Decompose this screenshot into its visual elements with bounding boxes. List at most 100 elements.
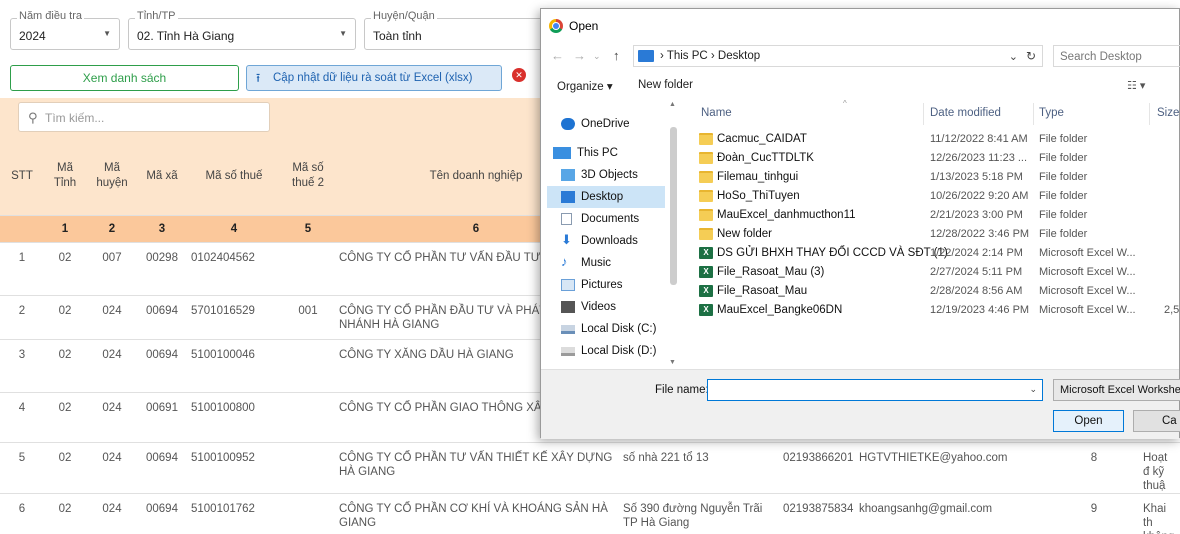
nav-item-pictures[interactable]: Pictures	[547, 274, 665, 296]
file-type-select[interactable]: Microsoft Excel Workshee	[1053, 379, 1180, 401]
scrollbar-thumb[interactable]	[670, 127, 677, 285]
folder-icon	[699, 133, 713, 145]
cell-stt: 2	[0, 295, 44, 340]
forward-arrow-icon[interactable]: →	[573, 48, 586, 63]
year-select[interactable]: Năm điều tra 2024 ▼	[10, 10, 120, 50]
chevron-down-icon[interactable]: ⌄	[1009, 50, 1018, 63]
open-button[interactable]: Open	[1053, 410, 1124, 432]
organize-menu[interactable]: Organize ▾	[557, 79, 613, 93]
nav-item-videos[interactable]: Videos	[547, 296, 665, 318]
recent-dropdown-icon[interactable]: ⌄	[593, 51, 601, 62]
nav-scrollbar[interactable]: ▲ ▼	[668, 101, 679, 369]
district-select[interactable]: Huyện/Quận Toàn tỉnh	[364, 10, 564, 50]
file-type: File folder	[1039, 152, 1088, 164]
scroll-up-icon[interactable]: ▲	[669, 101, 676, 108]
file-row[interactable]: Filemau_tinhgui 1/13/2023 5:18 PM File f…	[697, 167, 1180, 187]
nav-item-local-disk-c[interactable]: Local Disk (C:)	[547, 318, 665, 340]
file-row[interactable]: New folder 12/28/2022 3:46 PM File folde…	[697, 224, 1180, 244]
column-number: 1	[44, 215, 86, 243]
search-input[interactable]	[45, 108, 260, 127]
file-row[interactable]: X File_Rasoat_Mau (3) 2/27/2024 5:11 PM …	[697, 262, 1180, 282]
nav-item-3d-objects[interactable]: 3D Objects	[547, 164, 665, 186]
chrome-icon	[549, 19, 563, 33]
nav-item-label: This PC	[577, 147, 618, 159]
cell-ghi-chu: Hoạt đ kỹ thuậ	[1138, 442, 1180, 494]
nav-item-downloads[interactable]: ⬇ Downloads	[547, 230, 665, 252]
year-select-legend: Năm điều tra	[17, 10, 84, 22]
file-date: 1/22/2024 2:14 PM	[930, 247, 1023, 259]
file-row[interactable]: HoSo_ThiTuyen 10/26/2022 9:20 AM File fo…	[697, 186, 1180, 206]
nav-item-label: 3D Objects	[581, 169, 638, 181]
command-bar: Organize ▾ New folder ☷ ▾	[541, 71, 1179, 99]
clear-icon[interactable]: ✕	[512, 68, 526, 82]
column-header-type[interactable]: Type	[1039, 107, 1064, 119]
column-header-size[interactable]: Size	[1157, 107, 1179, 119]
excel-file-icon: X	[699, 304, 713, 316]
refresh-icon[interactable]: ↻	[1026, 49, 1036, 63]
table-row[interactable]: 6 02 024 00694 5100101762 CÔNG TY CỔ PHẦ…	[0, 493, 1180, 534]
file-row[interactable]: Đoàn_CucTTDLTK 12/26/2023 11:23 ... File…	[697, 148, 1180, 168]
download-icon: ⬇	[561, 232, 572, 247]
nav-item-local-disk-d[interactable]: Local Disk (D:)	[547, 340, 665, 362]
nav-item-this-pc[interactable]: This PC	[547, 142, 665, 164]
file-row[interactable]: MauExcel_danhmucthon11 2/21/2023 3:00 PM…	[697, 205, 1180, 225]
table-row[interactable]: 5 02 024 00694 5100100952 CÔNG TY CỔ PHẦ…	[0, 442, 1180, 494]
update-from-excel-button[interactable]: ⭱ Cập nhật dữ liệu rà soát từ Excel (xls…	[246, 65, 502, 91]
back-arrow-icon[interactable]: ←	[551, 48, 564, 63]
cell-ghi-chu: Khai th không	[1138, 493, 1180, 534]
file-date: 12/19/2023 4:46 PM	[930, 304, 1030, 316]
column-number: 3	[138, 215, 186, 243]
file-type: File folder	[1039, 228, 1088, 240]
dialog-titlebar[interactable]: Open	[541, 9, 1179, 41]
file-type: Microsoft Excel W...	[1039, 304, 1136, 316]
new-folder-button[interactable]: New folder	[638, 79, 693, 91]
cancel-button[interactable]: Ca	[1133, 410, 1180, 432]
nav-item-label: OneDrive	[581, 118, 630, 130]
file-date: 11/12/2022 8:41 AM	[930, 133, 1028, 145]
search-desktop-input[interactable]	[1060, 49, 1180, 64]
chevron-down-icon[interactable]: ⌄	[1029, 384, 1037, 395]
file-row[interactable]: X MauExcel_Bangke06DN 12/19/2023 4:46 PM…	[697, 300, 1180, 320]
file-type: Microsoft Excel W...	[1039, 247, 1136, 259]
nav-item-label: Videos	[581, 301, 616, 313]
file-date: 12/28/2022 3:46 PM	[930, 228, 1030, 240]
province-select[interactable]: Tỉnh/TP 02. Tỉnh Hà Giang ▼	[128, 10, 356, 50]
address-path: › This PC › Desktop	[660, 50, 761, 62]
open-file-dialog[interactable]: Open ← → ⌄ ↑ › This PC › Desktop ⌄ ↻ Org…	[540, 8, 1180, 439]
file-row[interactable]: X File_Rasoat_Mau 2/28/2024 8:56 AM Micr…	[697, 281, 1180, 301]
file-type: Microsoft Excel W...	[1039, 266, 1136, 278]
file-date: 2/28/2024 8:56 AM	[930, 285, 1023, 297]
view-list-button[interactable]: Xem danh sách	[10, 65, 239, 91]
cell-so: 9	[1050, 493, 1138, 534]
address-bar[interactable]: › This PC › Desktop ⌄ ↻	[633, 45, 1043, 67]
column-number: 5	[282, 215, 334, 243]
nav-item-onedrive[interactable]: OneDrive	[547, 113, 665, 135]
search-desktop-field[interactable]	[1053, 45, 1180, 67]
file-row[interactable]: Cacmuc_CAIDAT 11/12/2022 8:41 AM File fo…	[697, 129, 1180, 149]
music-icon: ♪	[561, 254, 568, 269]
cell-ma-so-thue-2	[282, 339, 334, 393]
up-arrow-icon[interactable]: ↑	[613, 48, 620, 63]
nav-item-music[interactable]: ♪ Music	[547, 252, 665, 274]
file-name-field[interactable]: ⌄	[707, 379, 1043, 401]
dialog-footer: File name: ⌄ Microsoft Excel Workshee Op…	[541, 369, 1180, 439]
folder-icon	[699, 171, 713, 183]
nav-item-documents[interactable]: Documents	[547, 208, 665, 230]
view-options-icon[interactable]: ☷ ▾	[1127, 79, 1145, 92]
search-field[interactable]: ⚲	[18, 102, 270, 132]
cell-ma-tinh: 02	[44, 392, 86, 443]
update-from-excel-label: Cập nhật dữ liệu rà soát từ Excel (xlsx)	[273, 72, 473, 84]
column-header-date[interactable]: Date modified	[930, 107, 1001, 119]
column-header-name[interactable]: Name	[701, 107, 732, 119]
file-type: File folder	[1039, 209, 1088, 221]
nav-item-desktop[interactable]: Desktop	[547, 186, 665, 208]
cell-dia-chi: số nhà 221 tổ 13	[618, 442, 778, 494]
cell-ma-huyen: 024	[86, 295, 138, 340]
cell-ma-so-thue-2	[282, 392, 334, 443]
pictures-icon	[561, 279, 575, 291]
scroll-down-icon[interactable]: ▼	[669, 359, 676, 366]
file-row[interactable]: X DS GỬI BHXH THAY ĐỔI CCCD VÀ SĐT (1) 1…	[697, 243, 1180, 263]
file-name-input[interactable]	[712, 383, 1022, 398]
nav-item-label: Documents	[581, 213, 640, 225]
cell-ma-huyen: 024	[86, 392, 138, 443]
